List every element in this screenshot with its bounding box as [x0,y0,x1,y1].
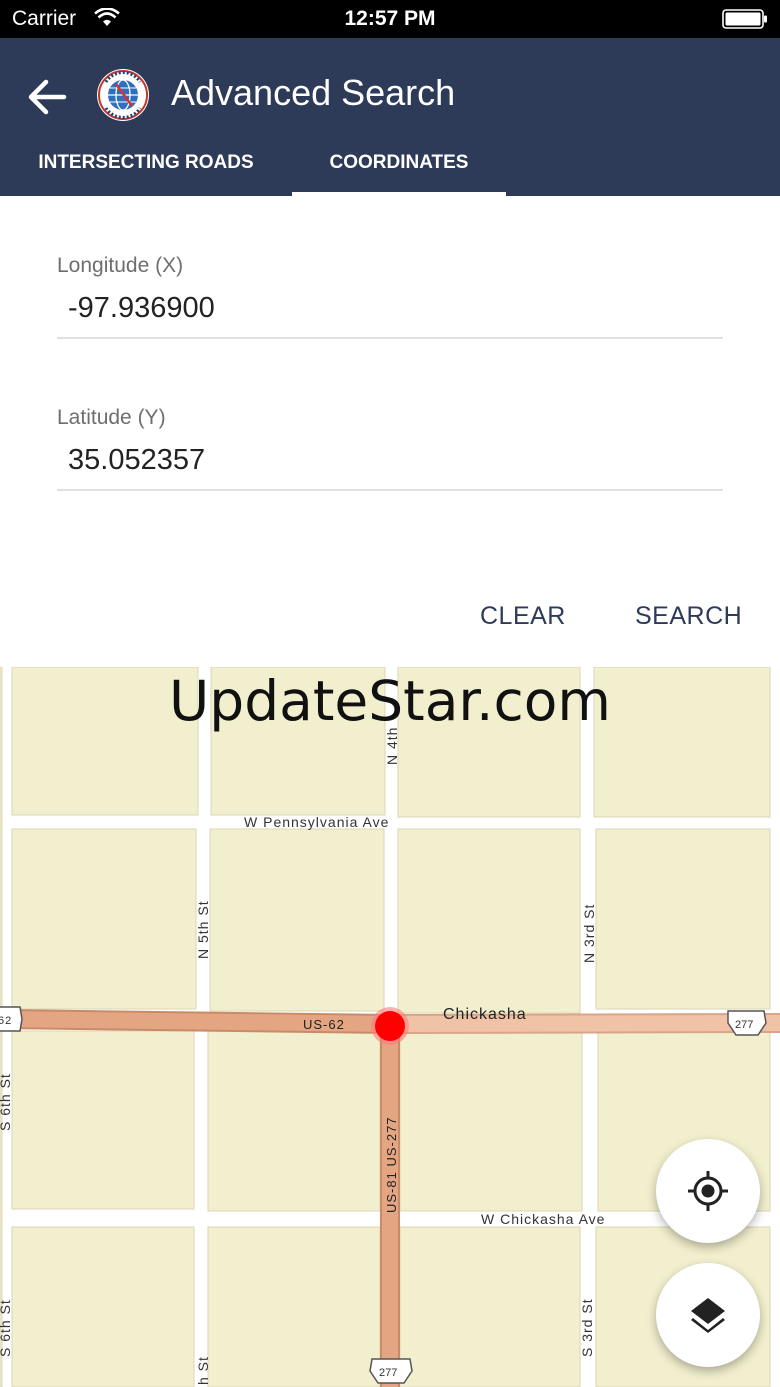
layers-icon [691,1298,725,1333]
clock-label: 12:57 PM [344,7,436,30]
app-bar: Advanced Search INTERSECTING ROADS COORD… [0,38,780,196]
label-n-3rd: N 3rd St [581,904,597,963]
label-us62-left: 62 [0,1015,12,1027]
label-chickasha: Chickasha [443,1006,527,1023]
label-s-3rd: S 3rd St [579,1298,595,1357]
longitude-label: Longitude (X) [57,254,184,277]
coordinates-form: Longitude (X) Latitude (Y) CLEAR SEARCH [0,196,780,667]
label-us277-right: 277 [735,1019,753,1031]
map-canvas[interactable]: N 4th W Pennsylvania Ave N 5th St N 3rd … [0,667,780,1387]
label-us81-277: US-81 US-277 [384,1116,399,1213]
status-bar: Carrier 12:57 PM [0,0,780,38]
longitude-input[interactable] [57,292,723,339]
tab-coordinates[interactable]: COORDINATES [292,146,506,196]
label-s-6th-top: S 6th St [0,1073,13,1131]
globe-logo-icon [97,69,149,121]
label-us277-bottom: 277 [379,1367,397,1379]
label-s-6th: S 6th St [0,1299,13,1357]
watermark: UpdateStar.com [169,669,611,733]
map-view[interactable]: N 4th W Pennsylvania Ave N 5th St N 3rd … [0,667,780,1387]
locate-button[interactable] [656,1139,760,1243]
label-n-5th: N 5th St [195,900,211,959]
label-w-chickasha: W Chickasha Ave [481,1211,605,1227]
crosshair-locate-icon [688,1171,728,1211]
search-button[interactable]: SEARCH [635,602,742,631]
layers-button[interactable] [656,1263,760,1367]
tab-intersecting-roads[interactable]: INTERSECTING ROADS [0,146,292,196]
arrow-left-icon[interactable] [24,74,70,120]
battery-icon [722,9,767,29]
page-title: Advanced Search [171,72,456,113]
location-marker[interactable] [375,1011,405,1041]
label-pennsylvania: W Pennsylvania Ave [244,814,389,830]
label-us62: US-62 [303,1017,345,1032]
clear-button[interactable]: CLEAR [480,602,566,631]
latitude-label: Latitude (Y) [57,406,166,429]
label-h-st: h St [195,1356,211,1385]
latitude-input[interactable] [57,444,723,491]
